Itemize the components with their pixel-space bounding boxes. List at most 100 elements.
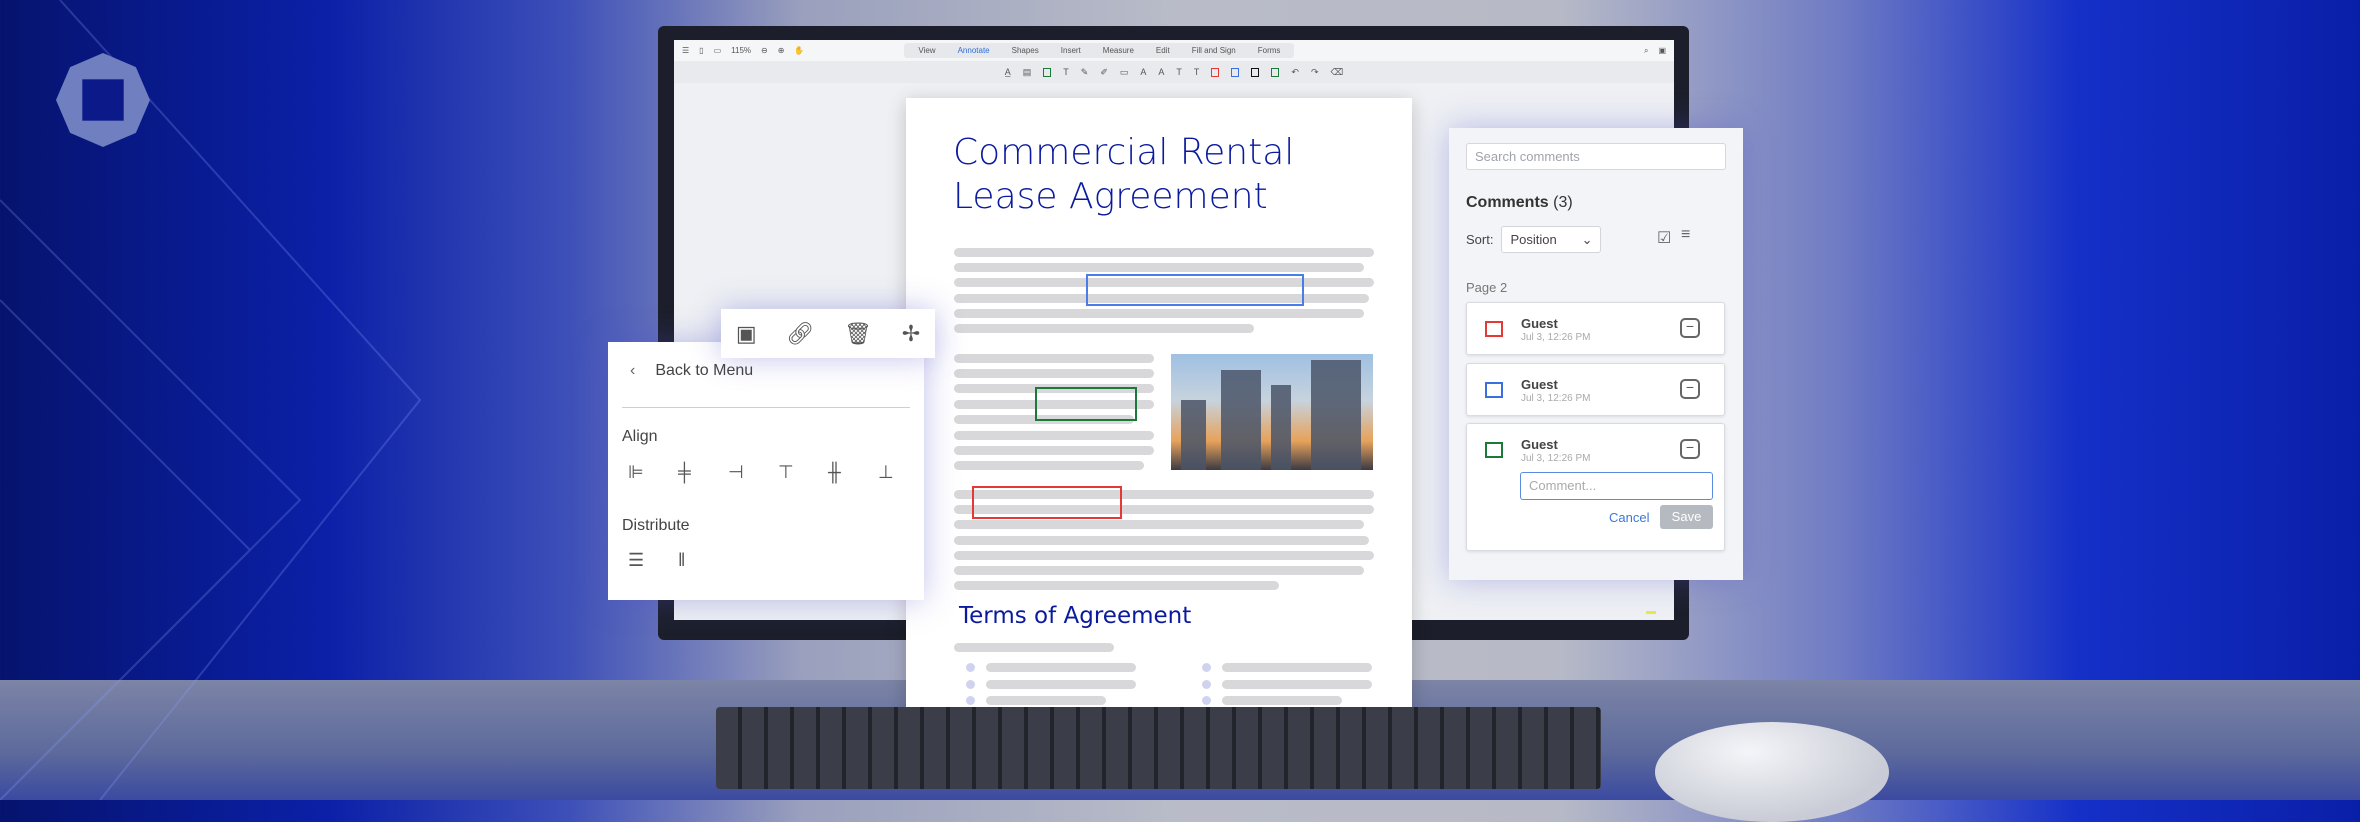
replace-text-icon[interactable]: T xyxy=(1194,67,1200,77)
tab-forms[interactable]: Forms xyxy=(1258,46,1281,55)
back-label: Back to Menu xyxy=(655,362,754,379)
comments-panel-icon[interactable]: ▣ xyxy=(1658,46,1666,55)
black-rectangle-icon[interactable] xyxy=(1251,67,1260,77)
free-text-icon[interactable]: ▤ xyxy=(1023,67,1032,78)
insert-text-icon[interactable]: T xyxy=(1176,67,1182,77)
tab-annotate[interactable]: Annotate xyxy=(958,46,990,55)
comment-author: Guest xyxy=(1521,377,1558,392)
delete-icon[interactable]: 🗑︎ xyxy=(844,321,872,347)
redo-icon[interactable]: ↷ xyxy=(1311,67,1319,78)
distribute-horizontal-icon[interactable]: ‖ xyxy=(678,550,685,571)
title-line-2: Lease Agreement xyxy=(953,176,1268,217)
brand-logo-icon xyxy=(56,53,150,147)
keyboard xyxy=(716,707,1601,789)
tab-edit[interactable]: Edit xyxy=(1156,46,1170,55)
blue-rectangle-icon xyxy=(1485,382,1503,398)
back-to-menu-button[interactable]: ‹ Back to Menu xyxy=(630,362,753,380)
menu-icon[interactable]: ☰ xyxy=(682,46,689,55)
highlighter-icon[interactable]: ✐ xyxy=(1100,67,1108,78)
zoom-in-icon[interactable]: ⊕ xyxy=(778,46,785,55)
collapse-icon[interactable]: − xyxy=(1680,379,1700,399)
top-toolbar: ☰ ▯ ▭ 115% ⊖ ⊕ ✋ View Annotate Shapes In… xyxy=(674,40,1674,61)
distribute-label: Distribute xyxy=(622,517,690,534)
page-icon[interactable]: ▭ xyxy=(714,46,722,55)
undo-icon[interactable]: ↶ xyxy=(1291,67,1299,78)
document-page: Commercial Rental Lease Agreement Terms o… xyxy=(906,98,1412,750)
underline-icon[interactable]: A̲ xyxy=(1005,67,1011,77)
align-panel: ‹ Back to Menu Align ⊫ ╪ ⊣ ⊤ ╫ ⊥ Distribu… xyxy=(608,342,924,600)
sort-label: Sort: xyxy=(1466,232,1494,247)
red-rectangle-icon[interactable] xyxy=(1211,67,1220,77)
comments-heading: Comments (3) xyxy=(1466,194,1573,212)
multi-select-icon[interactable]: ☑ xyxy=(1657,228,1671,248)
power-led xyxy=(1646,611,1656,614)
document-title: Commercial Rental Lease Agreement xyxy=(953,131,1294,219)
page-label: Page 2 xyxy=(1466,280,1508,295)
comment-input[interactable]: Comment... xyxy=(1520,472,1713,500)
link-icon[interactable]: 🔗︎ xyxy=(786,321,814,347)
comments-count: (3) xyxy=(1553,194,1573,211)
chevron-left-icon: ‹ xyxy=(630,362,636,379)
chevron-down-icon: ⌄ xyxy=(1581,232,1593,247)
annotate-toolbar: A̲ ▤ T ✎ ✐ ▭ A A T T ↶ ↷ ⌫ xyxy=(674,61,1674,83)
sort-value: Position xyxy=(1510,232,1557,247)
divider xyxy=(622,407,910,408)
comments-panel: Search comments Comments (3) Sort: Posit… xyxy=(1449,128,1743,580)
squiggly-icon[interactable]: A xyxy=(1140,67,1146,77)
align-right-icon[interactable]: ⊣ xyxy=(728,462,744,483)
collapse-icon[interactable]: − xyxy=(1680,439,1700,459)
ribbon-tabs: View Annotate Shapes Insert Measure Edit… xyxy=(904,43,1295,58)
align-middle-icon[interactable]: ╫ xyxy=(828,462,841,483)
align-bottom-icon[interactable]: ⊥ xyxy=(878,462,894,483)
pen-icon[interactable]: ✎ xyxy=(1081,67,1089,78)
red-rectangle-icon xyxy=(1485,321,1503,337)
blue-rectangle-icon[interactable] xyxy=(1231,67,1240,77)
note-icon[interactable]: ▭ xyxy=(1120,67,1129,78)
sort-row: Sort: Position ⌄ xyxy=(1466,226,1602,253)
eraser-icon[interactable]: ⌫ xyxy=(1331,67,1344,78)
filter-icon[interactable]: ≡ xyxy=(1681,226,1690,244)
tab-insert[interactable]: Insert xyxy=(1061,46,1081,55)
comment-author: Guest xyxy=(1521,316,1558,331)
collapse-icon[interactable]: − xyxy=(1680,318,1700,338)
align-label: Align xyxy=(622,428,658,445)
title-line-1: Commercial Rental xyxy=(953,132,1295,173)
tab-shapes[interactable]: Shapes xyxy=(1012,46,1039,55)
tab-measure[interactable]: Measure xyxy=(1103,46,1134,55)
pan-icon[interactable]: ✋ xyxy=(794,46,804,55)
comment-card[interactable]: Guest Jul 3, 12:26 PM − xyxy=(1466,363,1725,416)
comment-date: Jul 3, 12:26 PM xyxy=(1521,453,1591,464)
align-icon[interactable]: ✢ xyxy=(902,321,920,347)
green-rectangle-icon xyxy=(1485,442,1503,458)
search-icon[interactable]: ⌕ xyxy=(1644,46,1648,56)
align-top-icon[interactable]: ⊤ xyxy=(778,462,794,483)
tab-view[interactable]: View xyxy=(918,46,935,55)
red-rectangle-annotation[interactable] xyxy=(972,486,1122,519)
green-rectangle-icon[interactable] xyxy=(1271,67,1280,77)
zoom-out-icon[interactable]: ⊖ xyxy=(761,46,768,55)
align-center-icon[interactable]: ╪ xyxy=(678,462,691,483)
align-left-icon[interactable]: ⊫ xyxy=(628,462,644,483)
rectangle-tool-icon[interactable] xyxy=(1043,67,1052,77)
text-icon[interactable]: T xyxy=(1063,67,1069,77)
search-comments-input[interactable]: Search comments xyxy=(1466,143,1726,170)
city-buildings-image xyxy=(1171,354,1373,470)
sort-select[interactable]: Position ⌄ xyxy=(1501,226,1602,253)
style-icon[interactable]: ▣ xyxy=(736,321,757,347)
save-button[interactable]: Save xyxy=(1660,505,1713,529)
comments-heading-label: Comments xyxy=(1466,194,1549,211)
blue-rectangle-annotation[interactable] xyxy=(1086,274,1304,306)
comment-author: Guest xyxy=(1521,437,1558,452)
zoom-select[interactable]: 115% xyxy=(731,46,751,55)
comment-card[interactable]: Guest Jul 3, 12:26 PM − xyxy=(1466,302,1725,355)
comment-card-active[interactable]: Guest Jul 3, 12:26 PM − Comment... Cance… xyxy=(1466,423,1725,551)
mouse xyxy=(1655,722,1889,822)
distribute-vertical-icon[interactable]: ☰ xyxy=(628,550,644,571)
green-rectangle-annotation[interactable] xyxy=(1035,387,1137,421)
tab-fill-and-sign[interactable]: Fill and Sign xyxy=(1192,46,1236,55)
cancel-button[interactable]: Cancel xyxy=(1609,510,1649,525)
comment-date: Jul 3, 12:26 PM xyxy=(1521,332,1591,343)
annotation-quick-toolbar: ▣ 🔗︎ 🗑︎ ✢ xyxy=(721,309,935,358)
panel-icon[interactable]: ▯ xyxy=(699,46,703,55)
strikeout-icon[interactable]: A xyxy=(1158,67,1164,77)
